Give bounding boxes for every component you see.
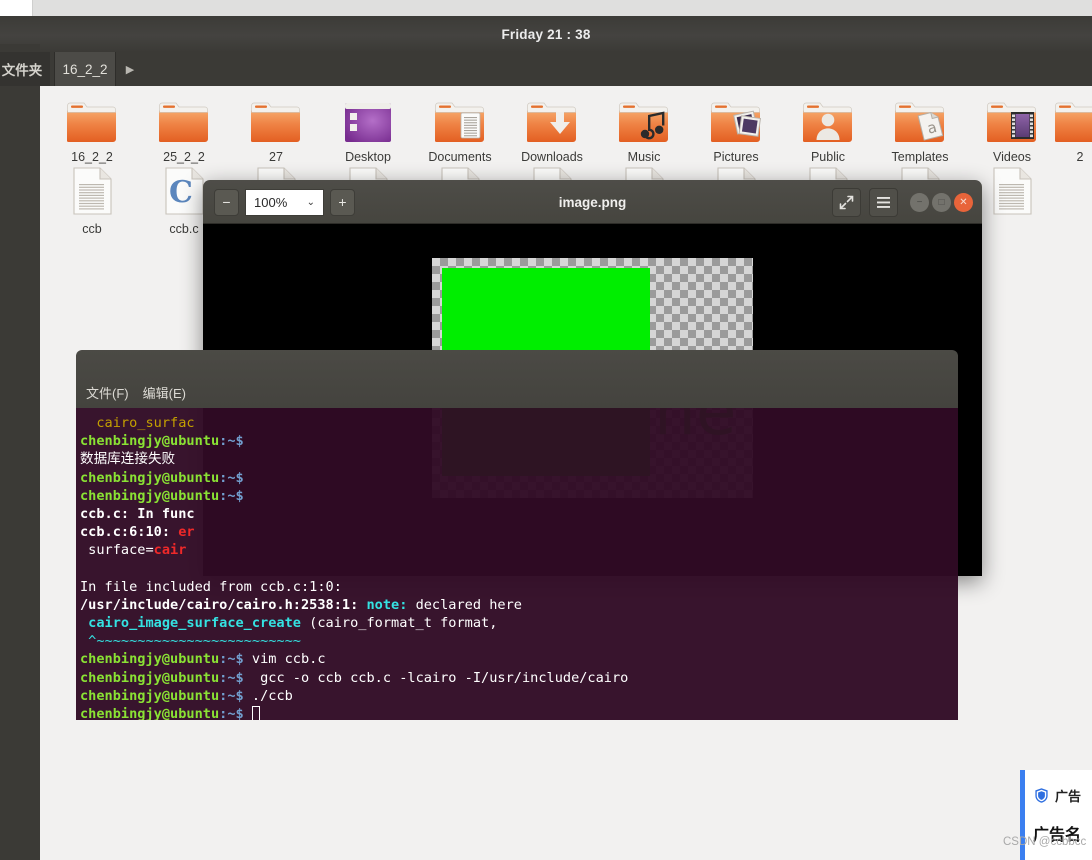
menu-item-edit[interactable]: 编辑(E) bbox=[143, 383, 186, 402]
hamburger-menu-icon bbox=[877, 197, 890, 208]
folder-icon bbox=[44, 92, 140, 144]
zoom-level-select[interactable]: 100% ⌄ bbox=[245, 189, 324, 216]
close-button[interactable]: ✕ bbox=[954, 193, 973, 212]
desktop-item-label: Public bbox=[810, 150, 846, 164]
terminal-prompt-line: chenbingjy@ubuntu:~$ bbox=[80, 469, 244, 486]
terminal-prompt-line: chenbingjy@ubuntu:~$ gcc -o ccb ccb.c -l… bbox=[80, 669, 629, 686]
maximize-button[interactable]: □ bbox=[932, 193, 951, 212]
folder-documents-icon bbox=[412, 92, 508, 144]
panel-clock[interactable]: Friday 21 : 38 bbox=[0, 16, 1092, 52]
chevron-down-icon: ⌄ bbox=[306, 197, 315, 208]
desktop-item-label: Pictures bbox=[713, 150, 759, 164]
desktop-item-2[interactable]: 2 bbox=[1032, 92, 1092, 164]
screen: ︿ Friday 21 : 38 文件夹 16_2_2 ▶ 16_2_2 bbox=[0, 0, 1092, 860]
desktop-item-label: 16_2_2 bbox=[71, 150, 113, 164]
folder-icon bbox=[136, 92, 232, 144]
titlebar-right-controls: − □ ✕ bbox=[832, 188, 973, 217]
terminal-output-line: In file included from ccb.c:1:0: bbox=[80, 578, 342, 595]
svg-text:C: C bbox=[169, 175, 193, 210]
terminal-prompt-line: chenbingjy@ubuntu:~$ vim ccb.c bbox=[80, 651, 326, 668]
file-manager-pathbar bbox=[0, 52, 1092, 86]
desktop-item-ccb[interactable]: ccb bbox=[44, 164, 140, 236]
desktop-item-label: Downloads bbox=[521, 150, 583, 164]
breadcrumb-next-arrow[interactable]: ▶ bbox=[117, 52, 143, 86]
csdn-watermark: CSDN @ccbbcc bbox=[1003, 836, 1087, 848]
desktop-item-pictures[interactable]: Pictures bbox=[688, 92, 784, 164]
folder-public-icon bbox=[780, 92, 876, 144]
desktop-item-desktop[interactable]: Desktop bbox=[320, 92, 416, 164]
folder-icon bbox=[1032, 92, 1092, 144]
file-manager-sidebar bbox=[0, 44, 40, 860]
terminal-titlebar[interactable]: 文件(F) 编辑(E) bbox=[76, 350, 958, 408]
zoom-controls: − 100% ⌄ + bbox=[214, 189, 355, 216]
terminal-output-line: ccb.c:6:10: er bbox=[80, 524, 195, 541]
terminal-prompt-line: chenbingjy@ubuntu:~$ bbox=[78, 705, 958, 720]
desktop-item-label: Templates bbox=[891, 150, 949, 164]
folder-icon bbox=[228, 92, 324, 144]
desktop-item-documents[interactable]: Documents bbox=[412, 92, 508, 164]
terminal-output-line: surface=cair bbox=[80, 542, 187, 559]
folder-pictures-icon bbox=[688, 92, 784, 144]
desktop-item-25_2_2[interactable]: 25_2_2 bbox=[136, 92, 232, 164]
desktop-item-label: 2 bbox=[1076, 150, 1084, 164]
terminal-output-line: cairo_surfac bbox=[80, 415, 195, 431]
desktop-item-public[interactable]: Public bbox=[780, 92, 876, 164]
zoom-level-value: 100% bbox=[254, 195, 288, 210]
ad-brand-row: 广告 bbox=[1033, 786, 1092, 805]
breadcrumb-current[interactable]: 16_2_2 bbox=[54, 52, 116, 86]
desktop-item-16_2_2[interactable]: 16_2_2 bbox=[44, 92, 140, 164]
desktop-item-label: ccb bbox=[82, 222, 102, 236]
desktop-item-label: Music bbox=[627, 150, 661, 164]
folder-downloads-icon bbox=[504, 92, 600, 144]
fullscreen-icon bbox=[839, 195, 854, 210]
folder-desktop-icon bbox=[320, 92, 416, 144]
terminal-output-line: cairo_image_surface_create (cairo_format… bbox=[80, 615, 498, 632]
window-buttons: − □ ✕ bbox=[910, 193, 973, 212]
folder-music-icon bbox=[596, 92, 692, 144]
terminal-output-line: ccb.c: In func bbox=[80, 505, 195, 522]
desktop-item-label: 25_2_2 bbox=[163, 150, 205, 164]
breadcrumb-folders[interactable]: 文件夹 bbox=[0, 52, 50, 86]
terminal-output[interactable]: cairo_surfac chenbingjy@ubuntu:~$ 数据库连接失败… bbox=[76, 408, 958, 720]
menu-button[interactable] bbox=[869, 188, 898, 217]
text-file-icon bbox=[44, 164, 140, 216]
minimize-button[interactable]: − bbox=[910, 193, 929, 212]
desktop-item-label: 27 bbox=[269, 150, 283, 164]
zoom-out-button[interactable]: − bbox=[214, 189, 239, 216]
folder-templates-icon: a bbox=[872, 92, 968, 144]
menu-item-file[interactable]: 文件(F) bbox=[86, 383, 129, 402]
terminal-output-line: 数据库连接失败 bbox=[80, 451, 176, 468]
terminal-prompt-line: chenbingjy@ubuntu:~$ bbox=[80, 433, 244, 450]
desktop-item-music[interactable]: Music bbox=[596, 92, 692, 164]
desktop-item-downloads[interactable]: Downloads bbox=[504, 92, 600, 164]
desktop-item-templates[interactable]: a Templates bbox=[872, 92, 968, 164]
desktop-item-label: Documents bbox=[428, 150, 492, 164]
desktop-item-label: Desktop bbox=[345, 150, 391, 164]
ad-label-short: 广告 bbox=[1055, 788, 1082, 804]
shield-icon bbox=[1035, 787, 1048, 803]
terminal-output-line: ^~~~~~~~~~~~~~~~~~~~~~~~~~ bbox=[80, 633, 301, 650]
zoom-in-button[interactable]: + bbox=[330, 189, 355, 216]
fullscreen-button[interactable] bbox=[832, 188, 861, 217]
terminal-menubar: 文件(F) 编辑(E) bbox=[86, 383, 186, 402]
desktop-item-27[interactable]: 27 bbox=[228, 92, 324, 164]
terminal-prompt-line: chenbingjy@ubuntu:~$ ./ccb bbox=[80, 687, 293, 704]
terminal-prompt-line: chenbingjy@ubuntu:~$ bbox=[80, 487, 244, 504]
terminal-output-line: /usr/include/cairo/cairo.h:2538:1: note:… bbox=[80, 596, 522, 613]
terminal-window[interactable]: 文件(F) 编辑(E) cairo_surfac chenbingjy@ubunt… bbox=[76, 350, 958, 720]
